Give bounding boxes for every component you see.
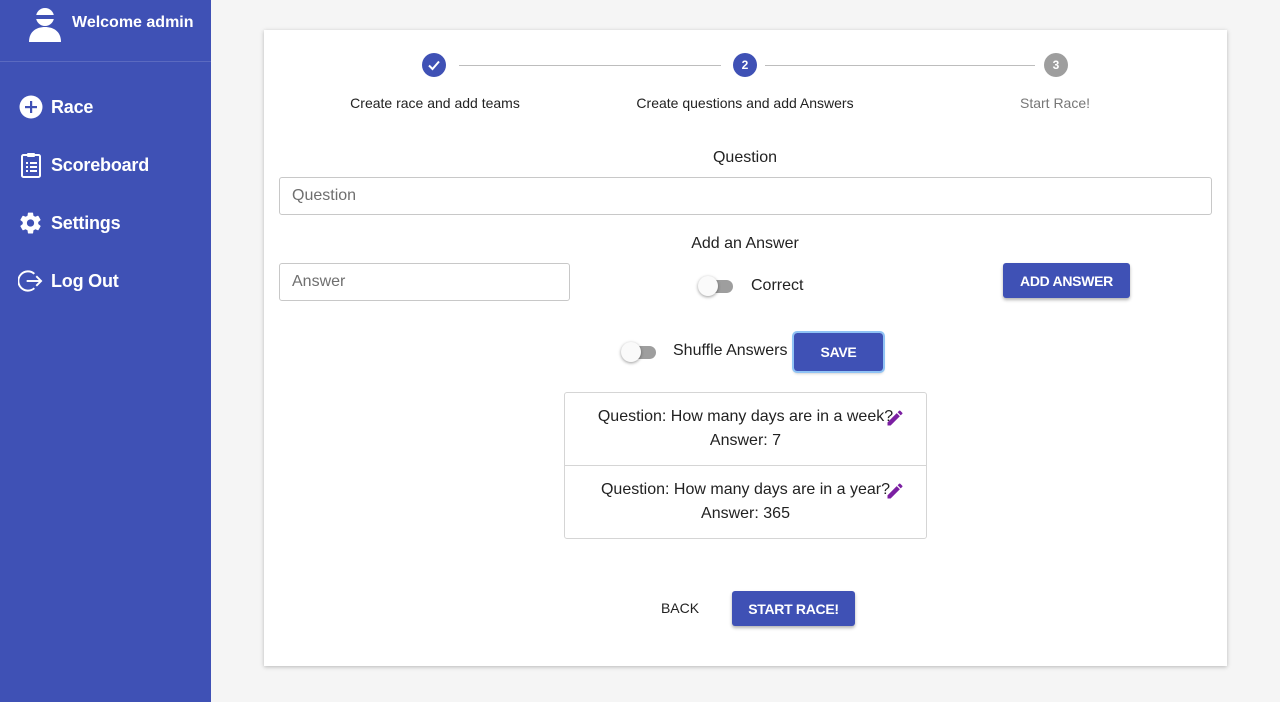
shuffle-answers-toggle[interactable] (621, 342, 657, 362)
answer-text: Answer: 365 (701, 505, 790, 522)
question-heading: Question (712, 149, 778, 166)
step-3-label: Start Race! (1019, 95, 1091, 111)
user-avatar-icon (27, 6, 63, 42)
stepper: 2 3 Create race and add teams Create que… (264, 30, 1227, 130)
list-item: Question: How many days are in a week? A… (565, 393, 926, 466)
step-2-label: Create questions and add Answers (636, 95, 854, 111)
question-text: Question: How many days are in a year? (600, 481, 891, 498)
sidebar-item-label: Settings (51, 212, 121, 233)
sidebar-item-logout[interactable]: Log Out (0, 252, 211, 310)
correct-label: Correct (751, 277, 804, 294)
add-answer-heading: Add an Answer (691, 235, 799, 252)
sidebar-item-race[interactable]: Race (0, 78, 211, 136)
list-item: Question: How many days are in a year? A… (565, 466, 926, 538)
step-1-label: Create race and add teams (350, 95, 520, 111)
question-text: Question: How many days are in a week? (597, 408, 894, 425)
sidebar: Welcome admin Race Scoreboard Settings L… (0, 0, 211, 702)
sidebar-header: Welcome admin (0, 0, 211, 62)
correct-toggle[interactable] (698, 276, 734, 296)
sidebar-item-label: Scoreboard (51, 154, 150, 175)
check-icon (428, 60, 440, 71)
question-input[interactable] (279, 177, 1212, 215)
welcome-text: Welcome admin (72, 14, 194, 31)
question-list: Question: How many days are in a week? A… (564, 392, 927, 539)
answer-text: Answer: 7 (709, 432, 782, 449)
back-button[interactable]: BACK (647, 591, 713, 625)
race-setup-card: 2 3 Create race and add teams Create que… (264, 30, 1227, 666)
step-1-complete-circle (422, 53, 446, 77)
step-3-circle: 3 (1044, 53, 1068, 77)
clipboard-icon (18, 153, 43, 178)
answer-input[interactable] (279, 263, 570, 301)
step-connector (765, 65, 1035, 66)
edit-pencil-icon[interactable] (885, 408, 905, 428)
sidebar-item-settings[interactable]: Settings (0, 194, 211, 252)
sidebar-item-label: Log Out (51, 270, 119, 291)
logout-icon (18, 269, 43, 294)
sidebar-item-label: Race (51, 96, 94, 117)
toggle-thumb (698, 276, 718, 296)
shuffle-answers-label: Shuffle Answers (673, 342, 788, 359)
toggle-thumb (621, 342, 641, 362)
start-race-button[interactable]: START RACE! (732, 591, 855, 626)
add-circle-icon (18, 95, 43, 120)
gear-icon (18, 211, 43, 236)
step-2-circle: 2 (733, 53, 757, 77)
step-connector (459, 65, 721, 66)
sidebar-nav: Race Scoreboard Settings Log Out (0, 62, 211, 310)
sidebar-item-scoreboard[interactable]: Scoreboard (0, 136, 211, 194)
edit-pencil-icon[interactable] (885, 481, 905, 501)
add-answer-button[interactable]: ADD ANSWER (1003, 263, 1130, 298)
save-button[interactable]: SAVE (792, 331, 885, 373)
